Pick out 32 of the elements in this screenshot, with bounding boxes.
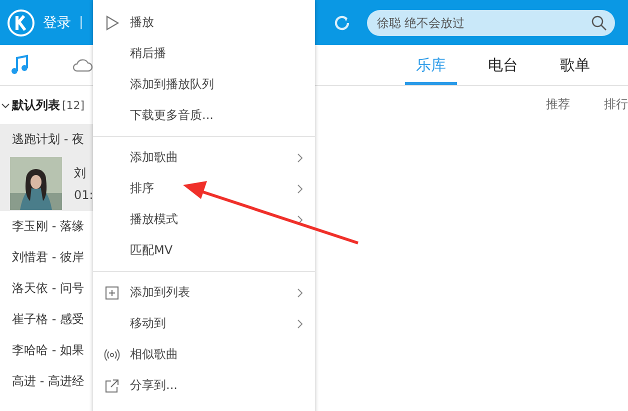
play-time: 01: bbox=[74, 188, 94, 202]
search-input[interactable]: 徐聪 绝不会放过 bbox=[375, 14, 591, 30]
nav-tab[interactable]: 歌单 bbox=[549, 45, 601, 85]
play-icon bbox=[104, 15, 120, 31]
menu-item[interactable]: 添加歌曲 bbox=[93, 142, 315, 173]
menu-item[interactable]: 播放 bbox=[93, 7, 315, 38]
search-field[interactable]: 徐聪 绝不会放过 bbox=[367, 10, 615, 36]
sub-tab[interactable]: 排行 bbox=[604, 96, 628, 124]
refresh-icon[interactable] bbox=[333, 14, 351, 32]
add-icon bbox=[104, 285, 120, 301]
song-title: 刘 bbox=[74, 164, 87, 182]
logo-icon bbox=[7, 8, 35, 36]
menu-item[interactable]: 分享到... bbox=[93, 370, 315, 401]
menu-item[interactable]: 匹配MV bbox=[93, 235, 315, 266]
menu-item[interactable]: 添加到列表 bbox=[93, 277, 315, 308]
search-icon[interactable] bbox=[591, 14, 607, 30]
chevron-icon[interactable] bbox=[1, 100, 10, 110]
nav-tab[interactable]: 电台 bbox=[477, 45, 529, 85]
broadcast-icon bbox=[104, 347, 120, 363]
menu-item[interactable]: 移动到 bbox=[93, 308, 315, 339]
menu-item[interactable]: 相似歌曲 bbox=[93, 339, 315, 370]
menu-item[interactable]: 添加到播放队列 bbox=[93, 69, 315, 100]
share-icon bbox=[104, 378, 120, 394]
menu-item[interactable]: 播放模式 bbox=[93, 204, 315, 235]
song-count: [12] bbox=[62, 98, 85, 112]
music-note-icon[interactable] bbox=[9, 54, 31, 76]
separator-text: | bbox=[79, 15, 84, 30]
menu-item[interactable]: 稍后播 bbox=[93, 38, 315, 69]
playlist-title[interactable]: 默认列表 bbox=[12, 96, 60, 114]
sub-tab[interactable]: 推荐 bbox=[546, 96, 570, 124]
menu-item[interactable]: 下载更多音质... bbox=[93, 100, 315, 131]
menu-item[interactable]: 排序 bbox=[93, 173, 315, 204]
